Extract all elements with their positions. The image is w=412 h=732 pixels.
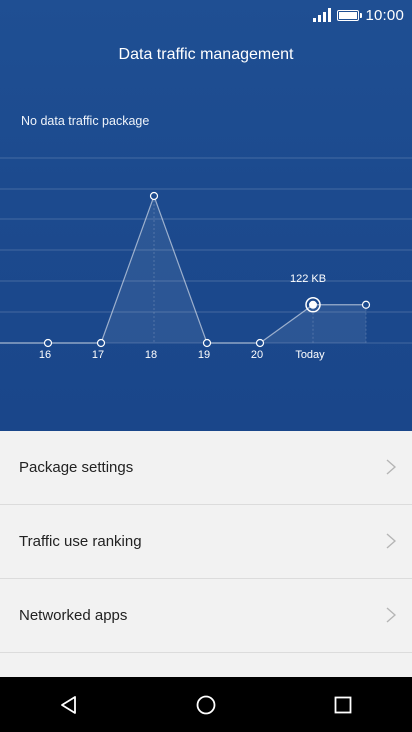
signal-icon [313, 8, 332, 22]
home-icon [196, 695, 216, 714]
data-point[interactable] [361, 300, 371, 309]
battery-icon [337, 9, 363, 21]
data-point[interactable] [149, 191, 159, 201]
chevron-right-icon [386, 459, 396, 475]
home-button[interactable] [176, 685, 236, 725]
tick-label: 20 [251, 349, 263, 361]
list-item-partial[interactable] [0, 653, 412, 677]
status-bar: 10:00 [0, 0, 412, 30]
chevron-right-icon [386, 607, 396, 623]
data-point-selected[interactable] [309, 300, 317, 309]
recents-button[interactable] [313, 685, 373, 725]
navigation-bar [0, 677, 412, 732]
status-time: 10:00 [365, 6, 404, 24]
data-label: 122 KB [290, 273, 326, 285]
recents-icon [334, 696, 352, 713]
tick-label: 19 [198, 349, 210, 361]
series-area [0, 196, 366, 343]
traffic-line-chart[interactable]: 122 KB51617181920Today [0, 140, 412, 380]
tick-label: 16 [39, 349, 51, 361]
networked-apps-label: Networked apps [19, 607, 128, 624]
traffic-use-ranking-label: Traffic use ranking [19, 533, 142, 550]
back-button[interactable] [39, 685, 99, 725]
tick-label: 17 [92, 349, 104, 361]
data-point[interactable] [43, 338, 53, 348]
back-icon [60, 695, 76, 714]
settings-list: Package settings Traffic use ranking Net… [0, 431, 412, 677]
tick-label: Today [295, 349, 325, 361]
package-settings-label: Package settings [19, 459, 134, 476]
traffic-header-panel: 10:00 Data traffic management No data tr… [0, 0, 412, 431]
package-status-text: No data traffic package [21, 114, 150, 128]
networked-apps-row[interactable]: Networked apps [0, 579, 412, 653]
status-icons: 10:00 [313, 6, 404, 24]
package-settings-row[interactable]: Package settings [0, 431, 412, 505]
data-point[interactable] [255, 338, 265, 348]
traffic-use-ranking-row[interactable]: Traffic use ranking [0, 505, 412, 579]
chevron-right-icon [386, 533, 396, 549]
tick-label: 18 [145, 349, 157, 361]
data-point[interactable] [96, 338, 106, 348]
data-point[interactable] [202, 338, 212, 348]
page-title: Data traffic management [118, 46, 294, 63]
